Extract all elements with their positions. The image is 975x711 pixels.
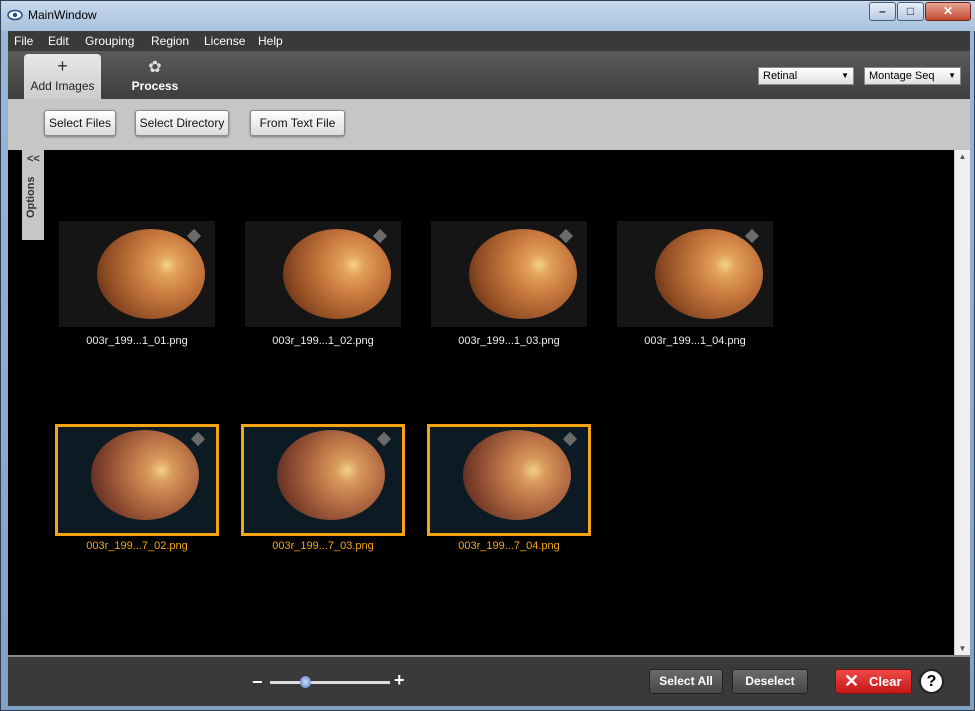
thumbnail-caption: 003r_199...7_04.png [458, 540, 560, 552]
menu-file[interactable]: File [14, 34, 33, 48]
thumbnail-caption: 003r_199...1_04.png [644, 335, 746, 347]
thumbnail-selected[interactable]: 003r_199...7_03.png [241, 424, 405, 552]
options-drawer-tab[interactable]: << Options [22, 150, 44, 240]
thumbnail-selected[interactable]: 003r_199...7_02.png [55, 424, 219, 552]
thumbnail-caption: 003r_199...1_01.png [86, 335, 188, 347]
clear-label: Clear [869, 674, 902, 689]
add-images-panel: Select Files Select Directory From Text … [8, 99, 970, 150]
thumbnail[interactable]: 003r_199...1_01.png [59, 221, 215, 347]
retina-image [655, 229, 763, 319]
thumbnail[interactable]: 003r_199...1_02.png [245, 221, 401, 347]
thumbnail-caption: 003r_199...1_03.png [458, 335, 560, 347]
from-text-file-button[interactable]: From Text File [250, 110, 345, 136]
retina-image [97, 229, 205, 319]
retina-image [283, 229, 391, 319]
sequence-value: Montage Seq [869, 70, 935, 82]
main-window: MainWindow – □ ✕ File Edit Grouping Regi… [0, 0, 975, 711]
menu-edit[interactable]: Edit [48, 34, 69, 48]
close-icon: ✕ [942, 4, 954, 18]
close-button[interactable]: ✕ [925, 2, 971, 21]
retina-image [277, 430, 385, 520]
tab-add-images-label: Add Images [30, 79, 95, 93]
zoom-slider[interactable] [270, 681, 390, 684]
retina-image [91, 430, 199, 520]
clear-button[interactable]: ✕ Clear [835, 669, 912, 694]
scroll-down-icon[interactable]: ▼ [955, 644, 970, 653]
thumbnail-caption: 003r_199...1_02.png [272, 335, 374, 347]
retina-image [469, 229, 577, 319]
image-type-select[interactable]: Retinal ▼ [758, 67, 854, 85]
image-gallery: << Options 003r_199...1_01.png 003r_199.… [8, 150, 970, 655]
scroll-up-icon[interactable]: ▲ [955, 152, 970, 161]
thumbnail[interactable]: 003r_199...1_03.png [431, 221, 587, 347]
menu-bar: File Edit Grouping Region License Help [8, 31, 970, 51]
thumbnail-caption: 003r_199...7_02.png [86, 540, 188, 552]
select-files-button[interactable]: Select Files [44, 110, 116, 136]
chevron-left-icon: << [27, 153, 40, 165]
title-bar[interactable]: MainWindow – □ ✕ [1, 1, 975, 31]
clear-x-icon: ✕ [844, 671, 860, 691]
thumbnail-caption: 003r_199...7_03.png [272, 540, 374, 552]
maximize-icon: □ [906, 4, 915, 18]
window-title: MainWindow [28, 8, 97, 22]
menu-help[interactable]: Help [258, 34, 283, 48]
options-label: Options [25, 176, 37, 218]
zoom-in-icon[interactable]: + [394, 670, 405, 691]
tab-process[interactable]: ✿ Process [120, 54, 190, 99]
toolbar: + Add Images ✿ Process Retinal ▼ Montage… [8, 51, 970, 99]
maximize-button[interactable]: □ [897, 2, 924, 21]
thumbnail-selected[interactable]: 003r_199...7_04.png [427, 424, 591, 552]
select-directory-button[interactable]: Select Directory [135, 110, 229, 136]
tab-add-images[interactable]: + Add Images [24, 54, 101, 99]
zoom-slider-handle[interactable] [300, 676, 311, 688]
chevron-down-icon: ▼ [841, 71, 849, 80]
deselect-button[interactable]: Deselect [732, 669, 808, 694]
plus-icon: + [57, 56, 68, 76]
help-button[interactable]: ? [919, 669, 944, 694]
tab-process-label: Process [131, 79, 179, 93]
select-all-button[interactable]: Select All [649, 669, 723, 694]
chevron-down-icon: ▼ [948, 71, 956, 80]
eye-icon [7, 9, 23, 21]
zoom-out-icon[interactable]: − [252, 672, 263, 693]
vertical-scrollbar[interactable]: ▲ ▼ [954, 150, 970, 655]
flower-icon: ✿ [148, 59, 162, 76]
menu-region[interactable]: Region [151, 34, 189, 48]
menu-grouping[interactable]: Grouping [85, 34, 134, 48]
thumbnail[interactable]: 003r_199...1_04.png [617, 221, 773, 347]
bottom-bar: − + Select All Deselect ✕ Clear ? [8, 655, 970, 706]
sequence-select[interactable]: Montage Seq ▼ [864, 67, 961, 85]
minimize-icon: – [879, 4, 886, 18]
minimize-button[interactable]: – [869, 2, 896, 21]
retina-image [463, 430, 571, 520]
menu-license[interactable]: License [204, 34, 245, 48]
image-type-value: Retinal [763, 70, 798, 82]
